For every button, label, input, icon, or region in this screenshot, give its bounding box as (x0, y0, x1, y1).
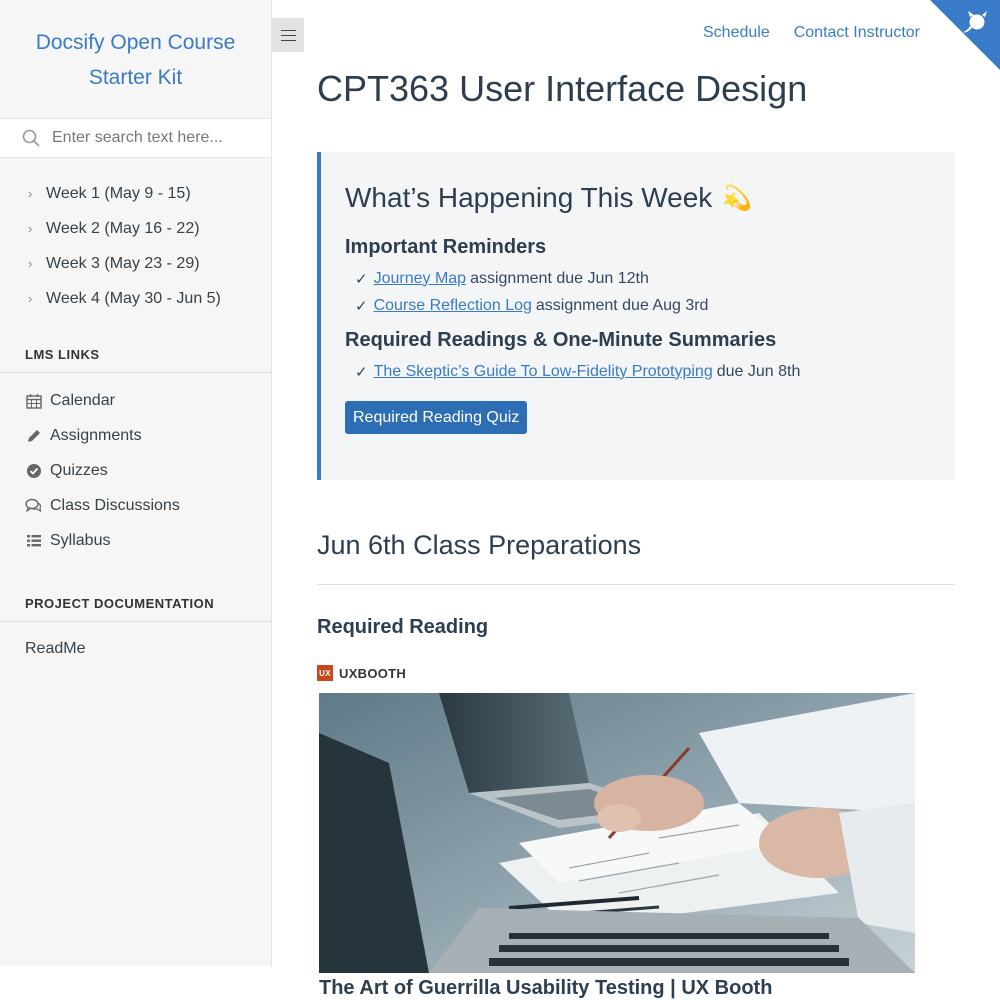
sidebar-item-label: Syllabus (50, 531, 111, 549)
sidebar-item-calendar[interactable]: Calendar (0, 383, 271, 418)
chevron-right-icon: › (28, 221, 33, 236)
important-reminders-heading: Important Reminders (345, 236, 547, 258)
article-image[interactable] (319, 693, 915, 973)
calendar-icon (25, 392, 42, 409)
chevron-right-icon: › (28, 186, 33, 201)
this-week-heading: What’s Happening This Week 💫 (345, 182, 931, 214)
sidebar-item-label: Calendar (50, 391, 115, 409)
app-name-line2[interactable]: Starter Kit (0, 60, 271, 95)
reminder-text: assignment due Aug 3rd (535, 296, 709, 314)
list-item: ✓ Course Reflection Log assignment due A… (355, 292, 931, 319)
sidebar-item-readme[interactable]: ReadMe (0, 640, 271, 658)
journey-map-link[interactable]: Journey Map (374, 270, 467, 288)
search-input[interactable] (50, 128, 254, 148)
sidebar-item-week-4[interactable]: › Week 4 (May 30 - Jun 5) (0, 281, 271, 316)
article-source: UX UXBOOTH (317, 665, 406, 681)
article-source-name: UXBOOTH (339, 665, 407, 681)
dizzy-emoji-icon: 💫 (722, 184, 753, 212)
github-corner-icon[interactable] (930, 0, 1000, 70)
reminder-text: assignment due Jun 12th (470, 269, 649, 287)
sidebar-item-quizzes[interactable]: Quizzes (0, 453, 271, 488)
check-circle-icon (25, 462, 42, 479)
course-reflection-log-link[interactable]: Course Reflection Log (374, 297, 532, 315)
project-documentation-heading: PROJECT DOCUMENTATION (0, 586, 271, 622)
nav-link-contact-instructor[interactable]: Contact Instructor (794, 24, 920, 42)
app-name[interactable]: Docsify Open Course Starter Kit (0, 0, 271, 93)
top-nav: Schedule Contact Instructor (703, 24, 920, 42)
sidebar-item-class-discussions[interactable]: Class Discussions (0, 488, 271, 523)
class-preparations-heading: Jun 6th Class Preparations (317, 530, 642, 560)
page-title: CPT363 User Interface Design (317, 68, 808, 109)
hamburger-line (280, 29, 296, 31)
chevron-right-icon: › (28, 256, 33, 271)
required-reading-quiz-button[interactable]: Required Reading Quiz (345, 401, 528, 434)
sidebar-item-week-1[interactable]: › Week 1 (May 9 - 15) (0, 176, 271, 211)
hamburger-line (280, 39, 296, 41)
article-title[interactable]: The Art of Guerrilla Usability Testing |… (319, 977, 772, 1000)
search-icon (22, 129, 40, 147)
sidebar-toggle-button[interactable] (272, 18, 304, 52)
sidebar-item-label: Assignments (50, 426, 142, 444)
this-week-callout: What’s Happening This Week 💫 Important R… (317, 152, 955, 480)
readings-list: ✓ The Skeptic’s Guide To Low-Fidelity Pr… (345, 358, 931, 385)
sidebar-item-assignments[interactable]: Assignments (0, 418, 271, 453)
sidebar-item-syllabus[interactable]: Syllabus (0, 523, 271, 558)
sidebar-item-week-2[interactable]: › Week 2 (May 16 - 22) (0, 211, 271, 246)
sidebar-item-label: Class Discussions (50, 496, 180, 514)
this-week-heading-text: What’s Happening This Week (345, 182, 713, 213)
checkmark-icon: ✓ (355, 297, 368, 315)
nav-link-schedule[interactable]: Schedule (703, 24, 770, 42)
chevron-right-icon: › (28, 291, 33, 306)
week-label: Week 2 (May 16 - 22) (46, 219, 200, 237)
sidebar: Docsify Open Course Starter Kit › Week 1 … (0, 0, 272, 966)
required-reading-heading: Required Reading (317, 616, 489, 638)
uxbooth-logo: UX (317, 665, 333, 681)
required-readings-heading: Required Readings & One-Minute Summaries (345, 329, 777, 351)
list-item: ✓ The Skeptic’s Guide To Low-Fidelity Pr… (355, 358, 931, 385)
pencil-icon (25, 427, 42, 444)
search-box (0, 118, 271, 158)
week-label: Week 1 (May 9 - 15) (46, 184, 191, 202)
checkmark-icon: ✓ (355, 270, 368, 288)
sidebar-item-week-3[interactable]: › Week 3 (May 23 - 29) (0, 246, 271, 281)
skeptics-guide-link[interactable]: The Skeptic’s Guide To Low-Fidelity Prot… (374, 363, 713, 381)
hamburger-line (280, 34, 296, 36)
lms-link-list: Calendar Assignments Quizzes Class Discu… (0, 373, 271, 558)
app-name-line1[interactable]: Docsify Open Course (0, 25, 271, 60)
week-label: Week 3 (May 23 - 29) (46, 254, 200, 272)
section-divider (317, 584, 955, 585)
comments-icon (25, 497, 42, 514)
list-icon (25, 532, 42, 549)
reading-text: due Jun 8th (716, 362, 801, 380)
checkmark-icon: ✓ (355, 363, 368, 381)
week-label: Week 4 (May 30 - Jun 5) (46, 289, 221, 307)
list-item: ✓ Journey Map assignment due Jun 12th (355, 265, 931, 292)
week-list: › Week 1 (May 9 - 15) › Week 2 (May 16 - 2… (0, 158, 271, 316)
sidebar-item-label: Quizzes (50, 461, 108, 479)
lms-links-heading: LMS LINKS (0, 337, 271, 373)
reminders-list: ✓ Journey Map assignment due Jun 12th ✓ … (345, 265, 931, 319)
